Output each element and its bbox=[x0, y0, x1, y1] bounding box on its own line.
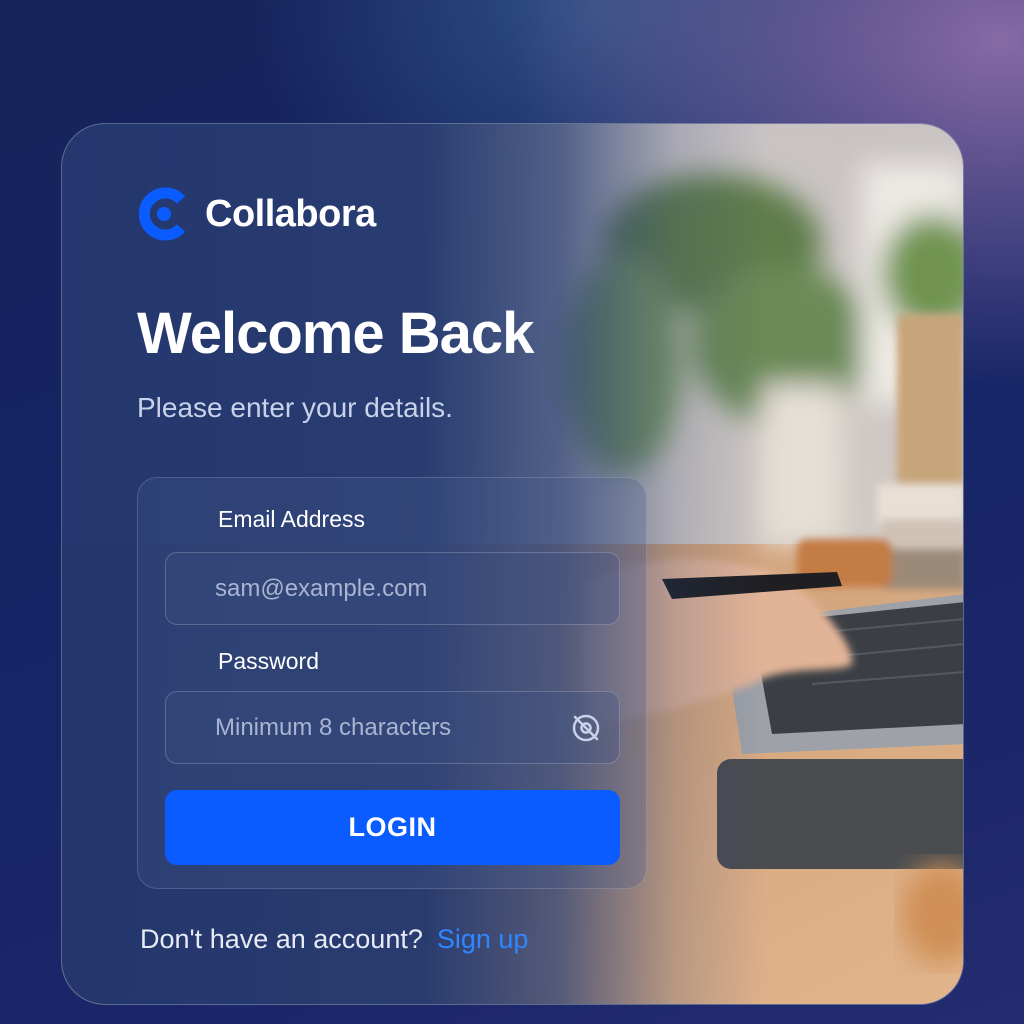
login-form: Email Address sam@example.com Password M… bbox=[137, 477, 647, 889]
signup-link[interactable]: Sign up bbox=[437, 924, 529, 954]
brand-name: Collabora bbox=[205, 192, 376, 235]
signup-prompt: Don't have an account? Sign up bbox=[140, 924, 528, 955]
eye-off-icon[interactable] bbox=[569, 711, 603, 745]
email-field[interactable]: sam@example.com bbox=[165, 552, 620, 625]
page-title: Welcome Back bbox=[137, 301, 534, 366]
password-label: Password bbox=[218, 648, 319, 674]
brand-logo[interactable]: Collabora bbox=[137, 187, 376, 241]
collabora-logo-icon bbox=[138, 187, 186, 241]
login-card: Collabora Welcome Back Please enter your… bbox=[61, 123, 964, 1005]
page-subtitle: Please enter your details. bbox=[137, 392, 453, 423]
password-placeholder: Minimum 8 characters bbox=[215, 713, 452, 741]
email-label: Email Address bbox=[218, 506, 366, 532]
password-field[interactable]: Minimum 8 characters bbox=[165, 691, 620, 764]
login-button[interactable]: LOGIN bbox=[165, 790, 620, 865]
email-placeholder: sam@example.com bbox=[215, 574, 428, 602]
signup-prompt-text: Don't have an account? bbox=[140, 924, 423, 954]
